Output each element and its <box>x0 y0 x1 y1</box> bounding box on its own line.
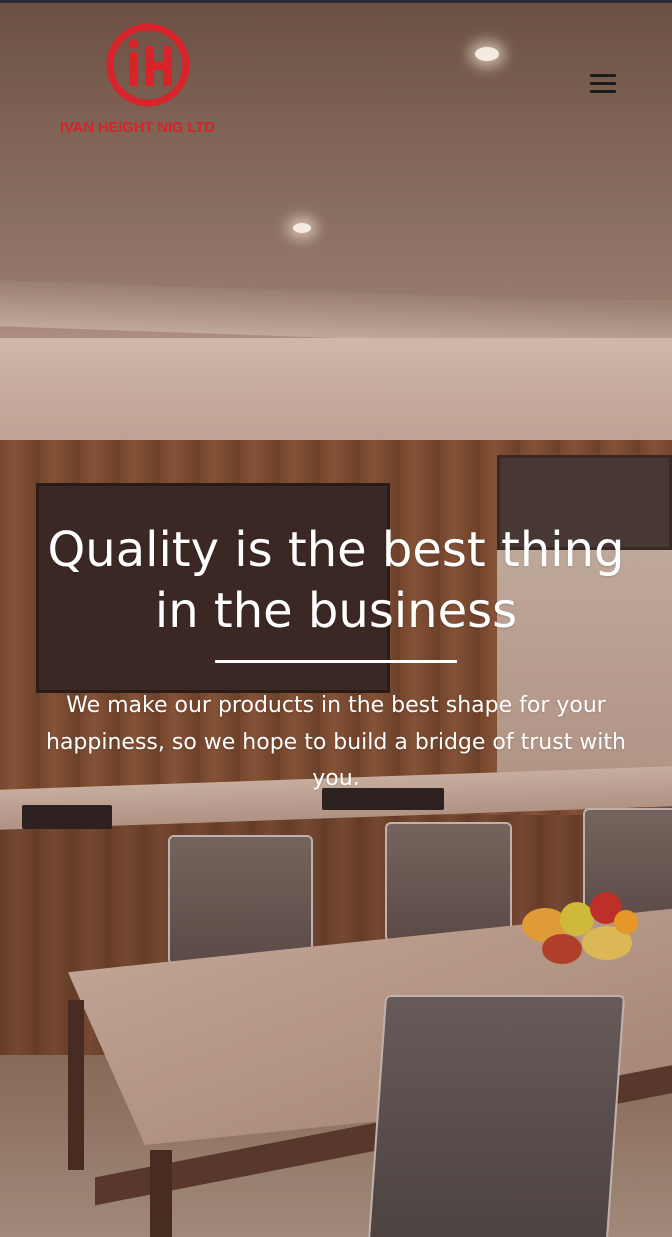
hero-headline-line2: in the business <box>154 583 518 639</box>
hero-subtext: We make our products in the best shape f… <box>46 693 626 791</box>
ih-monogram-logo-icon <box>106 23 190 107</box>
hamburger-menu-icon <box>590 82 616 85</box>
hero-section: IVAN HEIGHT NIG LTD Quality is the best … <box>0 0 672 1237</box>
hamburger-menu-icon <box>590 90 616 93</box>
hamburger-menu-button[interactable] <box>585 70 621 102</box>
top-border <box>0 0 672 3</box>
logo-link[interactable]: IVAN HEIGHT NIG LTD <box>60 22 240 140</box>
hero-headline-line1: Quality is the best thing <box>47 522 625 578</box>
headline-divider <box>215 660 457 663</box>
site-header: IVAN HEIGHT NIG LTD <box>0 0 672 150</box>
hero-headline: Quality is the best thing in the busines… <box>0 520 672 642</box>
hamburger-menu-icon <box>590 74 616 77</box>
logo-text: IVAN HEIGHT NIG LTD <box>60 119 215 136</box>
